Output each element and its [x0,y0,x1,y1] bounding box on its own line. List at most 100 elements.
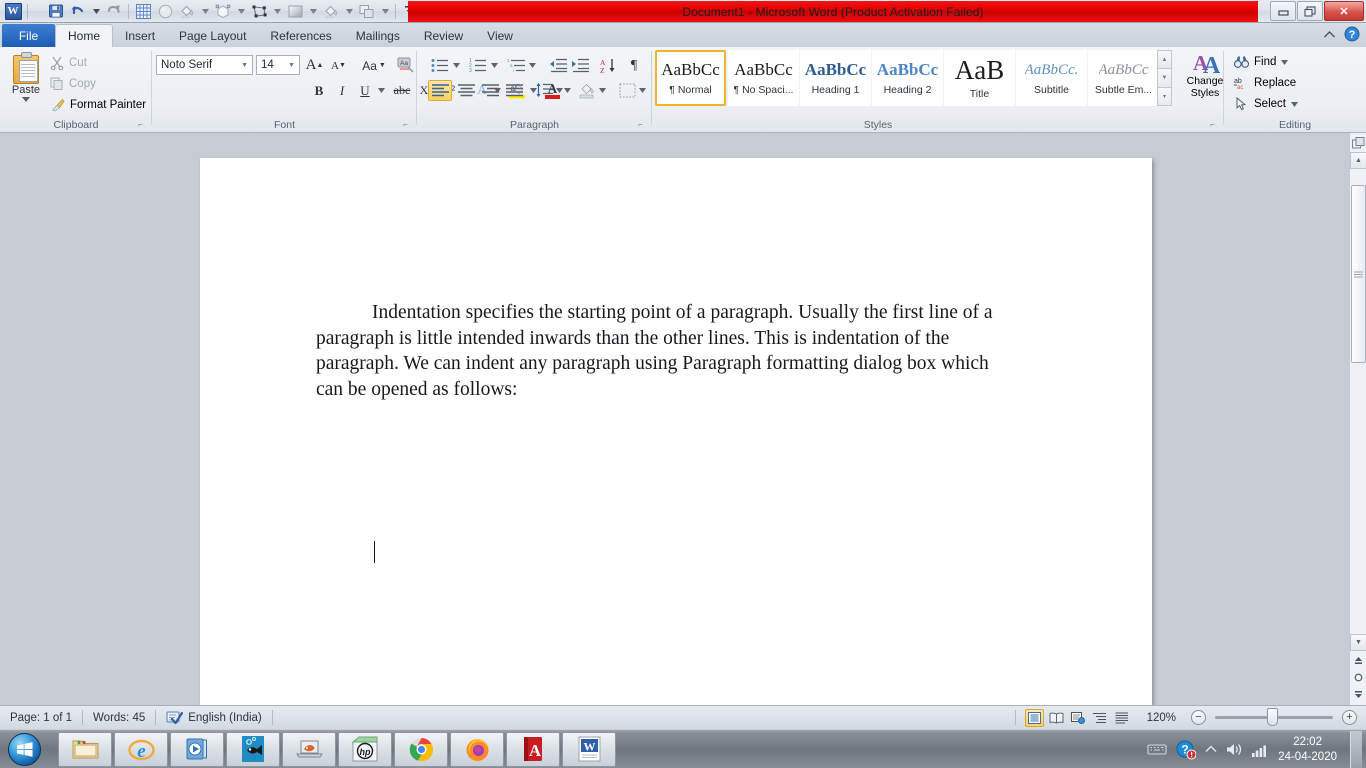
taskbar-hp[interactable]: hp [338,731,392,767]
minimize-button[interactable] [1270,1,1296,21]
split-window-icon[interactable] [1351,135,1366,150]
style-no-spacing[interactable]: AaBbCc ¶ No Spaci... [728,50,799,106]
tab-references[interactable]: References [258,24,343,47]
numbering-button[interactable]: 123 [467,55,489,76]
align-center-button[interactable] [454,80,478,101]
taskbar-media-player[interactable] [170,731,224,767]
duplicate-dropdown-arrow-icon[interactable] [378,1,392,22]
underline-button[interactable]: U [356,80,374,101]
paste-button[interactable]: Paste [6,50,46,112]
fill-dropdown-arrow-icon[interactable] [342,1,356,22]
keyboard-icon[interactable] [1147,742,1167,757]
document-page[interactable]: Indentation specifies the starting point… [200,158,1152,705]
bullets-button[interactable] [429,55,451,76]
redo-icon[interactable] [103,1,125,22]
zoom-slider-thumb[interactable] [1267,708,1278,726]
gradient-icon[interactable] [284,1,306,22]
tab-page-layout[interactable]: Page Layout [167,24,258,47]
show-hidden-icons-icon[interactable] [1205,745,1217,754]
outline-view-button[interactable] [1091,709,1110,727]
shading-button[interactable] [575,80,599,101]
table-grid-icon[interactable] [132,1,154,22]
word-count-status[interactable]: Words: 45 [83,709,155,726]
scrollbar-thumb[interactable] [1351,185,1366,363]
transform-icon[interactable] [212,1,234,22]
underline-dropdown-arrow-icon[interactable] [376,80,387,101]
tab-file[interactable]: File [2,24,55,47]
help-icon[interactable]: ? [1344,26,1360,42]
start-button[interactable] [0,731,48,768]
paint-bucket-icon[interactable] [176,1,198,22]
undo-icon[interactable] [67,1,89,22]
vertical-scrollbar[interactable]: ▲ ▼ [1349,133,1366,705]
copy-button[interactable]: Copy [50,75,96,93]
document-paragraph[interactable]: Indentation specifies the starting point… [316,300,1016,402]
clipboard-dialog-launcher[interactable]: ⌐ [135,119,146,130]
print-layout-view-button[interactable] [1024,708,1044,727]
duplicate-icon[interactable] [356,1,378,22]
bold-button[interactable]: B [310,80,328,101]
cut-button[interactable]: Cut [50,54,87,72]
font-dialog-launcher[interactable]: ⌐ [400,119,411,130]
tab-review[interactable]: Review [412,24,475,47]
fill-icon[interactable] [320,1,342,22]
tab-insert[interactable]: Insert [113,24,167,47]
styles-scroll-up-button[interactable]: ▲ [1157,50,1172,70]
shape-points-dropdown-arrow-icon[interactable] [270,1,284,22]
clock[interactable]: 22:02 24-04-2020 [1278,735,1337,765]
language-status[interactable]: English (India) [156,709,272,726]
justify-button[interactable] [502,80,526,101]
tab-view[interactable]: View [475,24,525,47]
zoom-out-button[interactable]: − [1191,710,1206,725]
show-formatting-marks-button[interactable]: ¶ [624,55,644,76]
bullets-dropdown-arrow-icon[interactable] [451,55,462,76]
paint-bucket-dropdown-arrow-icon[interactable] [198,1,212,22]
styles-dialog-launcher[interactable]: ⌐ [1207,119,1218,130]
increase-indent-button[interactable] [569,55,591,76]
taskbar-adobe-reader[interactable]: A [506,731,560,767]
line-spacing-dropdown-arrow-icon[interactable] [554,80,565,101]
close-button[interactable]: ✕ [1324,1,1364,21]
select-browse-object-button[interactable] [1351,670,1366,685]
scroll-down-button[interactable]: ▼ [1350,634,1366,651]
line-spacing-button[interactable] [532,80,556,101]
shape-points-icon[interactable] [248,1,270,22]
taskbar-photos[interactable] [226,731,280,767]
network-signal-icon[interactable] [1252,743,1269,757]
style-normal[interactable]: AaBbCc ¶ Normal [655,50,726,106]
taskbar-word[interactable]: W [562,731,616,767]
next-page-button[interactable] [1351,687,1366,702]
save-icon[interactable] [45,1,67,22]
taskbar-firefox[interactable] [450,731,504,767]
taskbar-file-explorer[interactable] [58,731,112,767]
font-size-combo[interactable]: 14 ▼ [256,55,300,75]
action-center-icon[interactable]: ? [1176,740,1197,760]
format-painter-button[interactable]: Format Painter [50,96,146,114]
restore-button[interactable] [1297,1,1323,21]
multilevel-list-button[interactable]: 1ai [505,55,527,76]
grow-font-button[interactable]: A ▲ [304,55,325,76]
strikethrough-button[interactable]: abc [390,80,414,101]
shrink-font-button[interactable]: A ▼ [328,55,349,76]
style-title[interactable]: AaB Title [944,50,1015,106]
full-screen-reading-view-button[interactable] [1047,709,1066,727]
style-subtle-emphasis[interactable]: AaBbCc Subtle Em... [1088,50,1159,106]
style-heading-2[interactable]: AaBbCc Heading 2 [872,50,943,106]
change-case-button[interactable]: Aa ▼ [358,55,390,76]
align-left-button[interactable] [428,80,452,101]
clear-formatting-button[interactable]: Aa [395,55,416,76]
undo-dropdown-arrow-icon[interactable] [89,1,103,22]
taskbar-internet-explorer[interactable]: e [114,731,168,767]
font-name-combo[interactable]: Noto Serif ▼ [156,55,253,75]
draft-view-button[interactable] [1113,709,1132,727]
page-status[interactable]: Page: 1 of 1 [0,709,82,726]
shading-dropdown-arrow-icon[interactable] [597,80,608,101]
zoom-level-label[interactable]: 120% [1141,709,1182,726]
italic-button[interactable]: I [333,80,351,101]
style-subtitle[interactable]: AaBbCc. Subtitle [1016,50,1087,106]
web-layout-view-button[interactable] [1069,709,1088,727]
taskbar-chrome[interactable] [394,731,448,767]
numbering-dropdown-arrow-icon[interactable] [489,55,500,76]
zoom-slider[interactable] [1215,708,1333,726]
styles-more-button[interactable]: ▾ [1157,87,1172,106]
